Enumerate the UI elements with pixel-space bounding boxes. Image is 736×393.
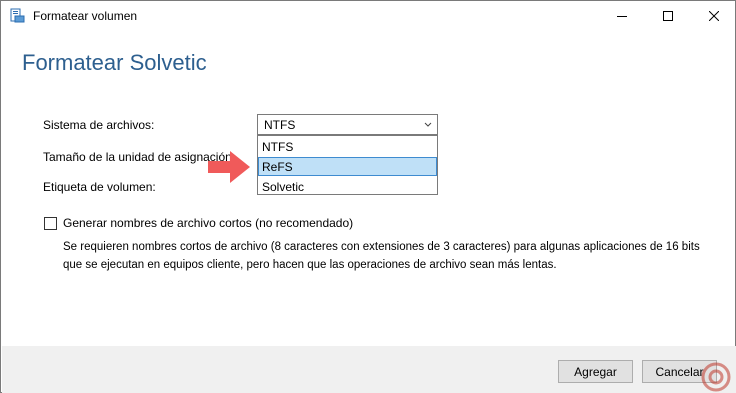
format-volume-icon bbox=[10, 8, 25, 23]
title-bar: Formatear volumen bbox=[1, 1, 735, 31]
maximize-icon bbox=[663, 11, 673, 21]
dropdown-option-label: ReFS bbox=[262, 160, 293, 174]
file-system-selected-value: NTFS bbox=[264, 118, 296, 132]
dropdown-option-label: NTFS bbox=[262, 140, 294, 154]
add-button[interactable]: Agregar bbox=[558, 360, 633, 383]
close-icon bbox=[709, 11, 719, 21]
volume-label-label: Etiqueta de volumen: bbox=[43, 180, 156, 194]
minimize-button[interactable] bbox=[599, 1, 645, 31]
short-names-checkbox[interactable] bbox=[44, 217, 57, 230]
file-system-label: Sistema de archivos: bbox=[43, 118, 155, 132]
chevron-down-icon bbox=[424, 122, 432, 127]
file-system-dropdown: NTFS ReFS Solvetic bbox=[257, 135, 438, 195]
pointer-arrow-icon bbox=[208, 151, 250, 183]
description-line-1: Se requieren nombres cortos de archivo (… bbox=[63, 241, 700, 253]
short-names-label: Generar nombres de archivo cortos (no re… bbox=[63, 216, 354, 230]
close-button[interactable] bbox=[691, 1, 736, 31]
page-title: Formatear Solvetic bbox=[22, 50, 207, 75]
logo-icon bbox=[701, 362, 731, 392]
volume-label-input[interactable]: Solvetic bbox=[258, 177, 437, 196]
minimize-icon bbox=[617, 16, 627, 17]
dropdown-option-refs[interactable]: ReFS bbox=[258, 157, 437, 176]
maximize-button[interactable] bbox=[645, 1, 691, 31]
dropdown-option-ntfs[interactable]: NTFS bbox=[258, 137, 437, 156]
volume-label-value: Solvetic bbox=[262, 180, 305, 194]
description-line-2: que se ejecutan en equipos cliente, pero… bbox=[63, 259, 557, 271]
format-volume-dialog: Formatear volumen Formatear Solvetic Sis… bbox=[0, 0, 736, 393]
window-title: Formatear volumen bbox=[33, 9, 138, 23]
file-system-select[interactable]: NTFS bbox=[257, 114, 438, 135]
short-names-description: Se requieren nombres cortos de archivo (… bbox=[63, 238, 703, 274]
